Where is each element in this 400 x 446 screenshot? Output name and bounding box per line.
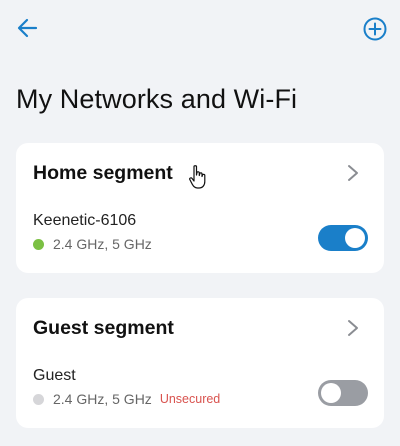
top-bar <box>0 0 400 60</box>
segment-card-guest: Guest segment Guest 2.4 GHz, 5 GHz Unsec… <box>16 298 384 428</box>
network-toggle-home[interactable] <box>318 225 368 251</box>
plus-circle-icon <box>363 17 387 41</box>
network-bands: 2.4 GHz, 5 GHz <box>53 391 152 407</box>
status-dot <box>33 393 44 405</box>
status-dot <box>33 238 44 250</box>
chevron-right-icon <box>348 165 358 181</box>
network-toggle-guest[interactable] <box>318 380 368 406</box>
network-name: Keenetic-6106 <box>33 212 137 229</box>
back-button[interactable] <box>14 14 42 42</box>
segment-title: Guest segment <box>33 317 174 339</box>
network-bands: 2.4 GHz, 5 GHz <box>53 236 152 252</box>
segment-header-home[interactable]: Home segment <box>16 143 384 201</box>
segment-card-home: Home segment Keenetic-6106 2.4 GHz, 5 GH… <box>16 143 384 273</box>
network-name: Guest <box>33 367 76 384</box>
toggle-knob <box>345 228 365 248</box>
chevron-right-icon <box>348 320 358 336</box>
network-info: 2.4 GHz, 5 GHz <box>33 235 152 253</box>
network-info: 2.4 GHz, 5 GHz Unsecured <box>33 390 220 408</box>
add-button[interactable] <box>362 16 388 42</box>
page-title: My Networks and Wi-Fi <box>16 84 298 114</box>
unsecured-label: Unsecured <box>159 392 221 406</box>
segment-header-guest[interactable]: Guest segment <box>16 298 384 356</box>
arrow-left-icon <box>17 18 38 38</box>
segment-title: Home segment <box>33 162 173 184</box>
toggle-knob <box>321 383 341 403</box>
